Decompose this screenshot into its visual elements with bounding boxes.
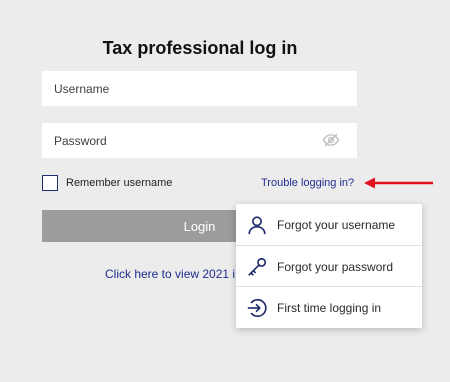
key-icon	[248, 257, 267, 276]
forgot-password-item[interactable]: Forgot your password	[236, 245, 422, 286]
annotation-arrow-icon	[364, 177, 433, 189]
remember-checkbox[interactable]	[42, 175, 58, 191]
forgot-password-label: Forgot your password	[277, 260, 394, 274]
remember-label: Remember username	[66, 177, 173, 189]
page-title: Tax professional log in	[102, 38, 298, 58]
username-input[interactable]	[42, 71, 357, 106]
trouble-logging-in-menu: Forgot your username Forgot your passwor…	[236, 204, 422, 328]
view-2021-link[interactable]: Click here to view 2021 i	[105, 267, 235, 281]
forgot-username-label: Forgot your username	[277, 218, 396, 232]
first-time-login-item[interactable]: First time logging in	[236, 286, 422, 327]
person-icon	[248, 216, 266, 235]
sign-in-icon	[247, 298, 267, 318]
trouble-logging-in-link[interactable]: Trouble logging in?	[261, 177, 354, 189]
first-time-login-label: First time logging in	[277, 301, 382, 315]
forgot-username-item[interactable]: Forgot your username	[236, 204, 422, 245]
eye-slash-icon[interactable]	[322, 131, 340, 149]
password-input[interactable]	[42, 123, 357, 158]
